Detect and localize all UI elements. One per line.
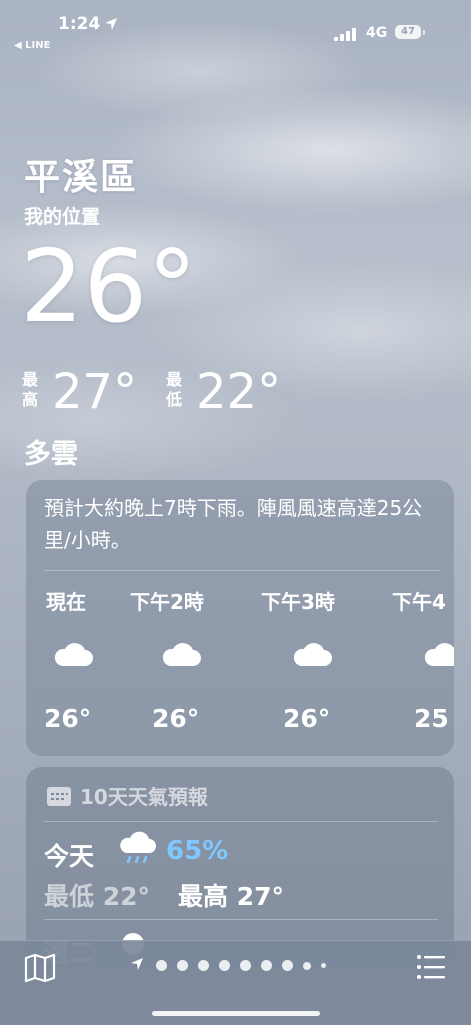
cloud-icon [54, 643, 93, 666]
day-name: 今天 [44, 842, 95, 871]
cloud-rain-icon [120, 831, 156, 864]
forecast-summary: 預計大約晚上7時下雨。陣風風速高達25公里/小時。 [44, 496, 423, 552]
page-dot[interactable] [282, 960, 293, 971]
hour-item[interactable]: 下午2時 26° [130, 586, 240, 733]
page-dot[interactable] [261, 960, 272, 971]
hour-temp: 25 [414, 704, 449, 733]
status-time: 1:24 [58, 14, 101, 34]
day-low-temp: 最低 22° [44, 882, 150, 911]
page-dot[interactable] [303, 961, 311, 970]
hour-label: 下午3時 [261, 590, 335, 614]
cellular-signal-icon [334, 28, 356, 41]
location-arrow-icon [105, 18, 117, 30]
cloud-icon [293, 643, 332, 666]
day-high-temp: 最高 27° [178, 882, 284, 911]
bottom-toolbar [0, 940, 471, 1025]
page-indicator[interactable] [156, 960, 326, 971]
page-dot[interactable] [156, 960, 167, 971]
battery-tip [423, 30, 425, 35]
home-indicator[interactable] [152, 1011, 320, 1016]
current-location-icon[interactable] [130, 957, 144, 971]
divider [44, 570, 440, 571]
cloud-icon [424, 643, 454, 666]
map-icon[interactable] [24, 953, 56, 983]
high-label: 最高 [22, 370, 39, 409]
city-name: 平溪區 [24, 157, 139, 198]
page-dot[interactable] [219, 960, 230, 971]
hour-label: 下午4 [392, 590, 446, 614]
location-label: 我的位置 [24, 206, 101, 228]
calendar-icon [47, 787, 71, 806]
hour-item[interactable]: 下午4 25 [392, 586, 454, 733]
divider [44, 919, 438, 920]
battery-level: 47 [401, 26, 415, 37]
battery-icon: 47 [395, 25, 421, 39]
hour-temp: 26° [152, 704, 200, 733]
low-label: 最低 [166, 370, 183, 409]
list-icon[interactable] [416, 953, 446, 981]
hour-temp: 26° [44, 704, 92, 733]
hour-label: 下午2時 [130, 590, 204, 614]
low-temperature: 22° [196, 364, 282, 420]
hour-temp: 26° [283, 704, 331, 733]
back-to-app-link[interactable]: ◀ LINE [14, 40, 50, 51]
daily-forecast-title: 10天天氣預報 [80, 785, 208, 809]
page-dot[interactable] [321, 963, 326, 968]
hourly-forecast-card[interactable]: 預計大約晚上7時下雨。陣風風速高達25公里/小時。 現在 26° 下午2時 26… [26, 480, 454, 756]
high-temperature: 27° [52, 364, 138, 420]
network-type: 4G [366, 25, 388, 41]
hour-item[interactable]: 下午3時 26° [261, 586, 371, 733]
precipitation-chance: 65% [166, 836, 229, 866]
page-dot[interactable] [198, 960, 209, 971]
page-dot[interactable] [177, 960, 188, 971]
weather-condition: 多雲 [24, 439, 78, 470]
divider [44, 821, 438, 822]
page-dot[interactable] [240, 960, 251, 971]
current-temperature: 26° [20, 228, 198, 345]
daily-forecast-card[interactable]: 10天天氣預報 今天 65% 最低 22° 最高 27° 週二 [26, 767, 454, 967]
cloud-icon [162, 643, 201, 666]
